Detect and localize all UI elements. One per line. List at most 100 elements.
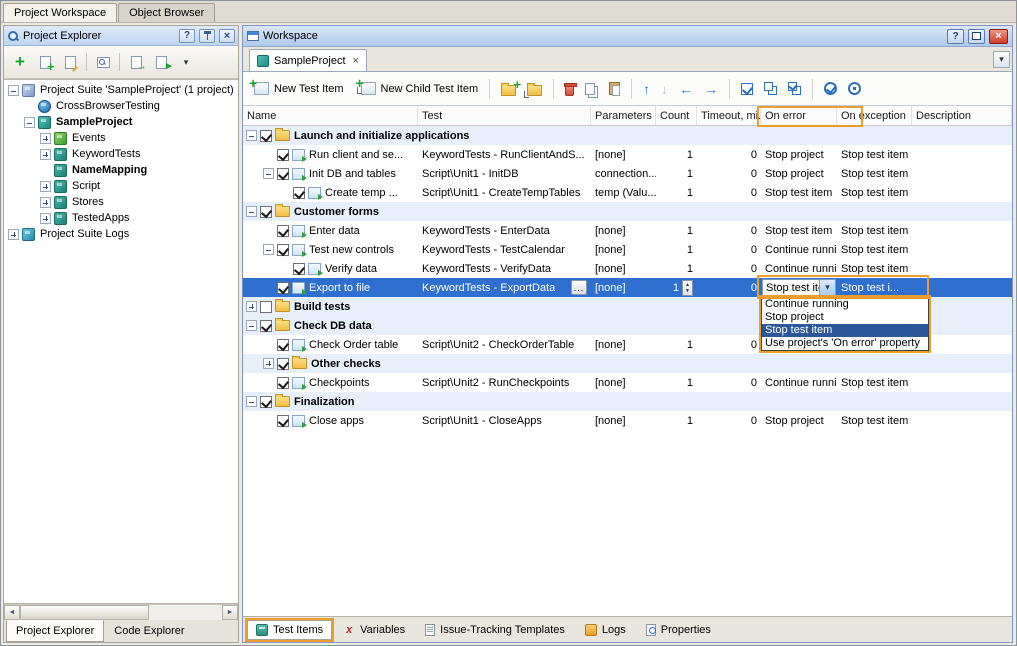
expand-icon[interactable] <box>40 213 51 224</box>
timeout-cell[interactable]: 0 <box>697 278 761 297</box>
dropdown-option-stop-test-item[interactable]: Stop test item <box>762 324 928 337</box>
scroll-right-button[interactable] <box>222 605 238 620</box>
count-cell[interactable]: 1 <box>656 335 697 354</box>
test-item-row-init-db-and-tables[interactable]: Init DB and tablesScript\Unit1 - InitDBc… <box>243 164 1012 183</box>
expand-icon[interactable] <box>246 301 257 312</box>
column-header-description[interactable]: Description <box>912 106 1012 125</box>
collapse-icon[interactable] <box>263 168 274 179</box>
row-checkbox[interactable] <box>277 244 289 256</box>
on-error-cell[interactable]: Stop test item <box>761 221 837 240</box>
import-button[interactable] <box>125 51 147 73</box>
dropdown-option-stop-project[interactable]: Stop project <box>762 311 928 324</box>
on-exception-cell[interactable]: Stop test item <box>837 145 912 164</box>
row-checkbox[interactable] <box>277 225 289 237</box>
parameters-cell[interactable]: [none] <box>591 221 656 240</box>
move-left-button[interactable] <box>675 79 697 99</box>
parameters-cell[interactable]: connection... <box>591 164 656 183</box>
on-error-combobox[interactable]: Stop test item <box>762 279 836 296</box>
on-exception-cell[interactable]: Stop test item <box>837 183 912 202</box>
tab-project-explorer-bottom[interactable]: Project Explorer <box>6 620 104 642</box>
collapse-icon[interactable] <box>263 244 274 255</box>
description-cell[interactable] <box>912 240 1012 259</box>
column-header-on-exception[interactable]: On exception <box>837 106 912 125</box>
disable-selected-button[interactable] <box>844 79 865 98</box>
document-list-button[interactable] <box>993 51 1010 68</box>
timeout-cell[interactable]: 0 <box>697 259 761 278</box>
column-header-test[interactable]: Test <box>418 106 591 125</box>
count-cell[interactable]: 1 <box>656 259 697 278</box>
row-checkbox[interactable] <box>277 415 289 427</box>
description-cell[interactable] <box>912 145 1012 164</box>
dropdown-option-continue-running[interactable]: Continue running <box>762 298 928 311</box>
test-item-row-verify-data[interactable]: Verify dataKeywordTests - VerifyData[non… <box>243 259 1012 278</box>
collapse-icon[interactable] <box>246 396 257 407</box>
on-error-cell[interactable]: Continue running <box>761 259 837 278</box>
test-cell[interactable]: KeywordTests - TestCalendar <box>418 240 591 259</box>
move-down-button[interactable] <box>657 79 672 99</box>
tab-properties[interactable]: Properties <box>637 620 720 640</box>
tree-item-namemapping[interactable]: NameMapping <box>4 162 238 178</box>
chevron-down-icon[interactable] <box>819 280 835 295</box>
test-cell[interactable]: KeywordTests - VerifyData <box>418 259 591 278</box>
toolbar-options-button[interactable] <box>175 51 197 73</box>
on-exception-cell[interactable]: Stop test item <box>837 411 912 430</box>
collapse-icon[interactable] <box>246 206 257 217</box>
collapse-icon[interactable] <box>246 320 257 331</box>
tree-item-crossbrowsertesting[interactable]: CrossBrowserTesting <box>4 98 238 114</box>
check-all-button[interactable] <box>737 80 757 98</box>
doc-tab-close-icon[interactable] <box>351 55 359 67</box>
tab-test-items[interactable]: Test Items <box>247 620 332 640</box>
row-checkbox[interactable] <box>260 206 272 218</box>
on-error-cell[interactable]: Continue running <box>761 240 837 259</box>
column-header-count[interactable]: Count <box>656 106 697 125</box>
workspace-help-button[interactable] <box>947 29 964 44</box>
help-button[interactable] <box>179 29 195 43</box>
parameters-cell[interactable]: [none] <box>591 240 656 259</box>
row-checkbox[interactable] <box>293 187 305 199</box>
description-cell[interactable] <box>912 373 1012 392</box>
column-header-on-error[interactable]: On error <box>761 106 837 125</box>
row-checkbox[interactable] <box>277 149 289 161</box>
timeout-cell[interactable]: 0 <box>697 164 761 183</box>
on-exception-cell[interactable]: Stop test item <box>837 373 912 392</box>
check-children-button[interactable] <box>784 79 805 98</box>
new-group-button[interactable] <box>497 79 520 99</box>
row-checkbox[interactable] <box>277 377 289 389</box>
scroll-left-button[interactable] <box>4 605 20 620</box>
tree-item-project-suite-logs[interactable]: Project Suite Logs <box>4 226 238 242</box>
tab-object-browser[interactable]: Object Browser <box>118 3 215 22</box>
parameters-cell[interactable]: [none] <box>591 259 656 278</box>
tab-project-workspace[interactable]: Project Workspace <box>3 3 117 22</box>
on-error-cell[interactable]: Stop test item <box>761 183 837 202</box>
on-error-cell[interactable]: Stop project <box>761 164 837 183</box>
test-item-row-run-client-and-se[interactable]: Run client and se...KeywordTests - RunCl… <box>243 145 1012 164</box>
row-checkbox[interactable] <box>277 358 289 370</box>
on-error-cell[interactable]: Continue running <box>761 373 837 392</box>
description-cell[interactable] <box>912 221 1012 240</box>
count-cell[interactable]: 1 <box>656 183 697 202</box>
tree-item-testedapps[interactable]: TestedApps <box>4 210 238 226</box>
count-cell[interactable]: 1 <box>656 164 697 183</box>
column-header-parameters[interactable]: Parameters <box>591 106 656 125</box>
row-checkbox[interactable] <box>293 263 305 275</box>
test-item-row-enter-data[interactable]: Enter dataKeywordTests - EnterData[none]… <box>243 221 1012 240</box>
enable-selected-button[interactable] <box>820 79 841 98</box>
row-checkbox[interactable] <box>260 130 272 142</box>
test-cell[interactable]: KeywordTests - ExportData <box>418 278 591 297</box>
group-row-launch-and-initialize-applications[interactable]: Launch and initialize applications <box>243 126 1012 145</box>
collapse-icon[interactable] <box>24 117 35 128</box>
tree-item-stores[interactable]: Stores <box>4 194 238 210</box>
expand-icon[interactable] <box>8 229 19 240</box>
new-child-group-button[interactable] <box>523 79 546 99</box>
close-panel-button[interactable] <box>219 29 235 43</box>
copy-button[interactable] <box>581 80 602 98</box>
on-error-cell[interactable]: Stop project <box>761 145 837 164</box>
column-header-timeout-mi[interactable]: Timeout, mi... <box>697 106 761 125</box>
tab-logs[interactable]: Logs <box>576 620 635 640</box>
test-cell[interactable]: KeywordTests - EnterData <box>418 221 591 240</box>
test-cell[interactable]: Script\Unit1 - CloseApps <box>418 411 591 430</box>
test-cell[interactable]: KeywordTests - RunClientAndS... <box>418 145 591 164</box>
timeout-cell[interactable]: 0 <box>697 240 761 259</box>
on-error-cell[interactable]: Stop project <box>761 411 837 430</box>
test-item-row-create-temp[interactable]: Create temp ...Script\Unit1 - CreateTemp… <box>243 183 1012 202</box>
